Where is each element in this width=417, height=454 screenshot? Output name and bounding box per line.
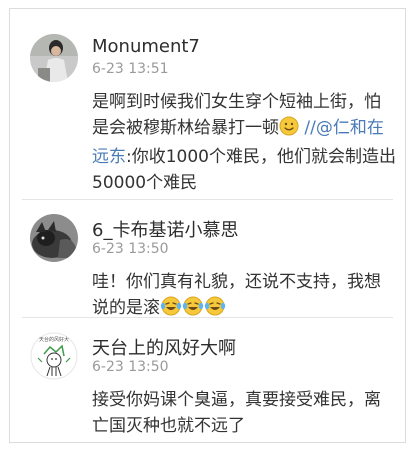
- comment-text: 哇！你们真有礼貌，还说不支持，我想说的是滚: [92, 269, 397, 324]
- comment-item: Monument7 6-23 13:51 是啊到时候我们女生穿个短袖上街，怕是会…: [10, 19, 405, 199]
- comment-item: 6_卡布基诺小慕思 6-23 13:50 哇！你们真有礼貌，还说不支持，我想说的…: [10, 199, 405, 318]
- comment-text: 是啊到时候我们女生穿个短袖上街，怕是会被穆斯林给暴打一顿 //@仁和在远东:你收…: [92, 89, 397, 196]
- comments-panel: Monument7 6-23 13:51 是啊到时候我们女生穿个短袖上街，怕是会…: [9, 8, 406, 443]
- username[interactable]: 6_卡布基诺小慕思: [92, 216, 238, 242]
- smiling-face-icon: [279, 116, 299, 144]
- timestamp: 6-23 13:50: [92, 241, 169, 257]
- timestamp: 6-23 13:51: [92, 61, 169, 77]
- username[interactable]: 天台上的风好大啊: [92, 334, 236, 360]
- comment-text-part: :你收1000个难民，他们就会制造出50000个难民: [92, 147, 396, 193]
- avatar-caption: 天台的风好大: [39, 336, 69, 343]
- avatar[interactable]: [30, 34, 78, 82]
- comment-item: 天台的风好大 天台上的风好大啊 6-23 13:50 接受你妈课个臭逼，真要接受…: [10, 317, 405, 444]
- username[interactable]: Monument7: [92, 36, 200, 57]
- avatar[interactable]: 天台的风好大: [30, 332, 78, 380]
- timestamp: 6-23 13:50: [92, 359, 169, 375]
- repost-separator: //: [299, 118, 316, 138]
- avatar[interactable]: [30, 214, 78, 262]
- comment-text: 接受你妈课个臭逼，真要接受难民，离亡国灭种也就不远了: [92, 390, 381, 436]
- comment-text-part: 哇！你们真有礼貌，还说不支持，我想说的是滚: [92, 272, 381, 318]
